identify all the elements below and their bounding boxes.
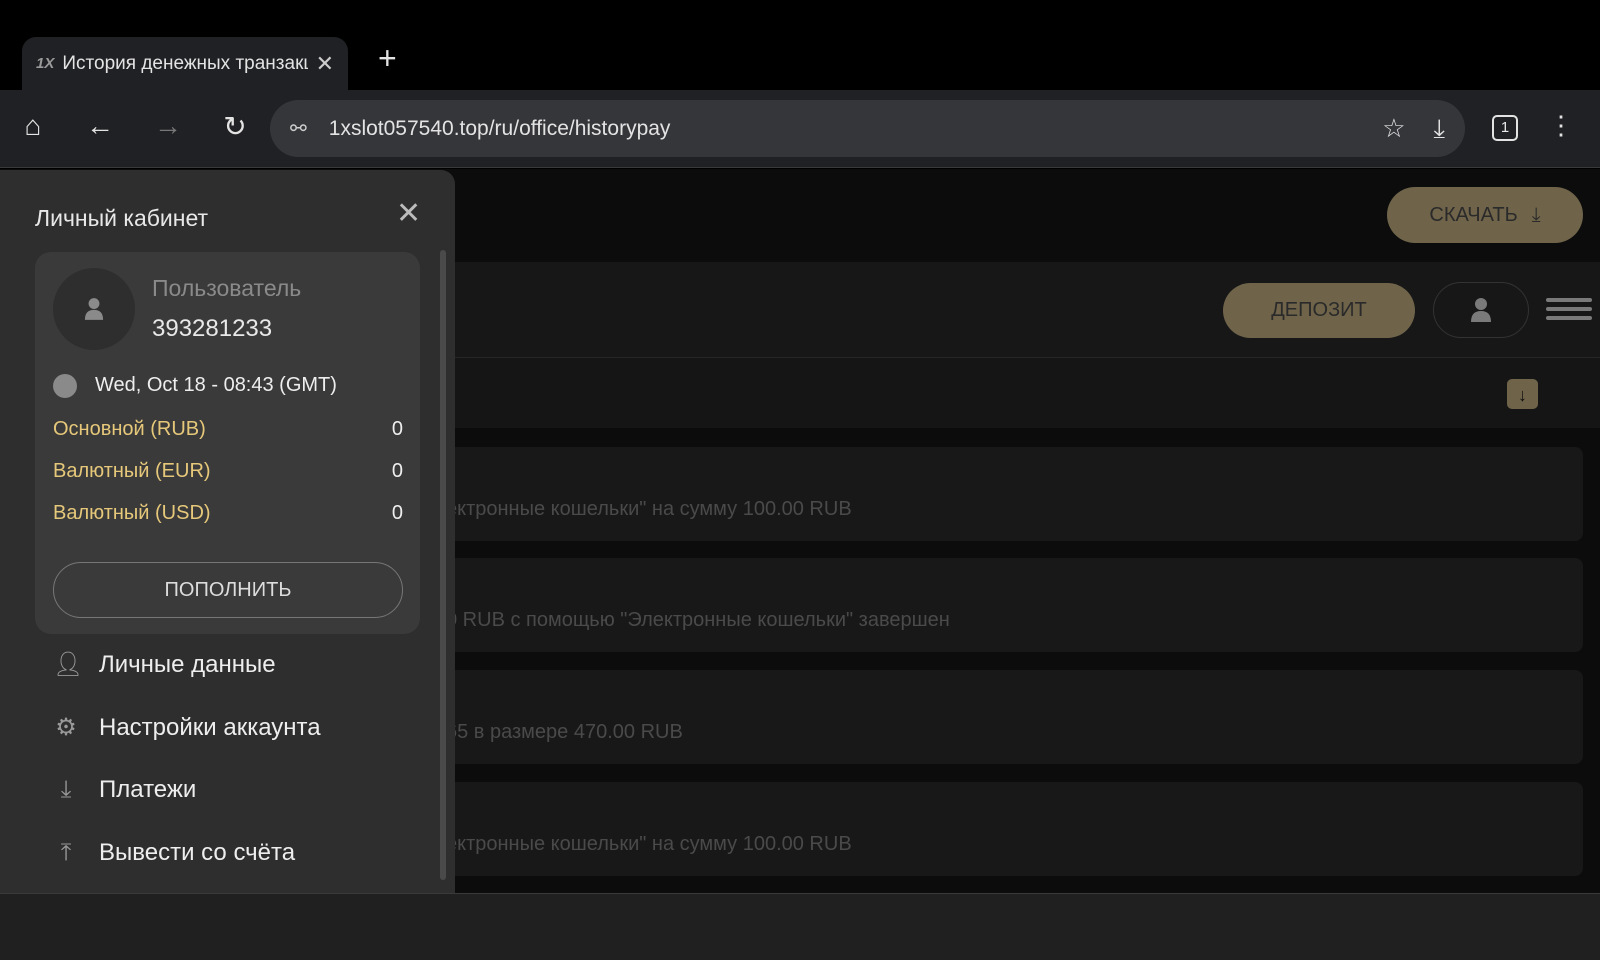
- download-icon[interactable]: ⤓: [1434, 113, 1446, 145]
- avatar: [53, 268, 135, 350]
- history-item[interactable]: 0 RUB с помощью "Электронные кошельки" з…: [430, 558, 1583, 652]
- tab-title: История денежных транзакций: [62, 52, 307, 74]
- user-icon: 👤︎: [53, 651, 84, 678]
- hamburger-menu-icon[interactable]: [1546, 298, 1592, 325]
- history-item[interactable]: ектронные кошельки" на сумму 100.00 RUB: [430, 782, 1583, 876]
- forward-icon[interactable]: →: [150, 110, 186, 142]
- clock-icon: [53, 374, 77, 398]
- menu-item-withdraw[interactable]: ⤒ Вывести со счёта: [53, 839, 295, 867]
- back-icon[interactable]: ←: [82, 110, 118, 142]
- history-item[interactable]: 65 в размере 470.00 RUB: [430, 670, 1583, 764]
- download-label: СКАЧАТЬ: [1429, 203, 1518, 226]
- home-icon[interactable]: ⌂: [15, 110, 51, 142]
- balance-value: 0: [391, 502, 403, 524]
- balance-name: Основной (RUB): [53, 418, 206, 440]
- close-panel-icon[interactable]: ✕: [396, 196, 421, 231]
- site-favicon: 1X: [36, 55, 55, 72]
- tab-count-button[interactable]: 1: [1492, 115, 1518, 141]
- site-settings-icon[interactable]: ⚯: [290, 116, 307, 141]
- reload-icon[interactable]: ↻: [217, 110, 253, 143]
- panel-title: Личный кабинет: [35, 205, 209, 231]
- balance-name: Валютный (EUR): [53, 460, 211, 482]
- url-text[interactable]: 1xslot057540.top/ru/office/historypay: [329, 117, 1354, 141]
- balance-value: 0: [391, 418, 403, 440]
- balance-row: Валютный (USD) 0: [53, 502, 403, 525]
- close-tab-icon[interactable]: ✕: [316, 51, 334, 77]
- menu-item-personal-data[interactable]: 👤︎ Личные данные: [53, 650, 276, 679]
- account-button[interactable]: [1433, 282, 1529, 338]
- bottom-bar: [0, 893, 1600, 960]
- menu-item-payments[interactable]: ⤓ Платежи: [53, 776, 197, 804]
- download-arrow-icon: ⤓: [1531, 203, 1541, 226]
- new-tab-button[interactable]: +: [378, 40, 397, 77]
- menu-item-account-settings[interactable]: ⚙ Настройки аккаунта: [53, 713, 321, 742]
- user-label: Пользователь: [152, 275, 302, 301]
- menu-label: Личные данные: [99, 650, 276, 678]
- upload-arrow-icon: ⤒: [60, 839, 72, 866]
- user-icon: [84, 298, 104, 320]
- bookmark-star-icon[interactable]: ☆: [1382, 113, 1405, 144]
- download-app-button[interactable]: СКАЧАТЬ ⤓: [1387, 187, 1583, 243]
- deposit-button[interactable]: ДЕПОЗИТ: [1223, 283, 1415, 338]
- user-icon: [1471, 298, 1491, 322]
- more-menu-icon[interactable]: ⋮: [1543, 110, 1579, 141]
- panel-scrollbar[interactable]: [440, 250, 446, 880]
- gear-icon: ⚙: [55, 714, 77, 741]
- balance-row: Валютный (EUR) 0: [53, 460, 403, 483]
- menu-label: Настройки аккаунта: [99, 713, 321, 741]
- balance-name: Валютный (USD): [53, 502, 211, 524]
- top-up-button[interactable]: ПОПОЛНИТЬ: [53, 562, 403, 618]
- browser-tab[interactable]: 1X История денежных транзакций ✕: [22, 37, 348, 90]
- balance-row: Основной (RUB) 0: [53, 418, 403, 441]
- current-datetime: Wed, Oct 18 - 08:43 (GMT): [95, 374, 337, 396]
- menu-label: Платежи: [99, 776, 197, 803]
- menu-label: Вывести со счёта: [99, 839, 296, 866]
- history-item[interactable]: ектронные кошельки" на сумму 100.00 RUB: [430, 447, 1583, 541]
- download-arrow-icon: ⤓: [60, 776, 72, 803]
- address-bar[interactable]: ⚯ 1xslot057540.top/ru/office/historypay …: [270, 100, 1465, 157]
- balance-value: 0: [391, 460, 403, 482]
- user-id: 393281233: [152, 315, 273, 342]
- archive-download-icon[interactable]: ↓: [1507, 379, 1538, 409]
